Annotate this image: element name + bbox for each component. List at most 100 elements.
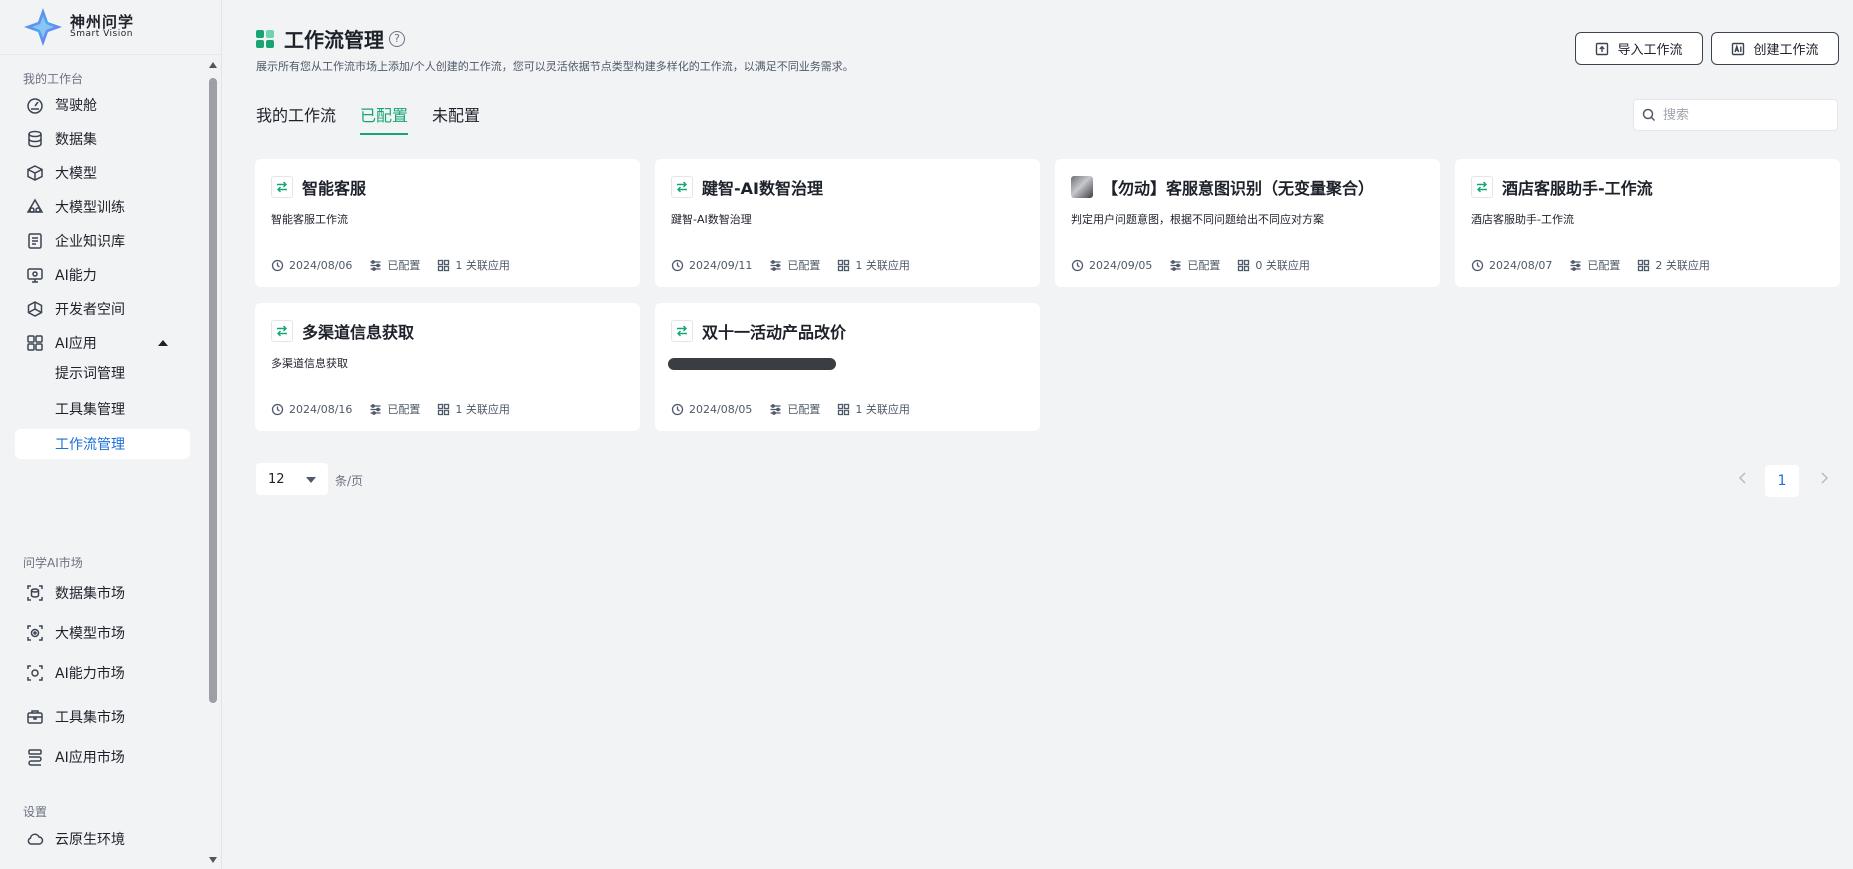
- create-workflow-button[interactable]: 创建工作流: [1711, 32, 1839, 65]
- search-box[interactable]: [1633, 99, 1838, 131]
- sidebar-item-label: AI能力: [55, 268, 97, 284]
- sidebar: 神州问学 Smart Vision 我的工作台 驾驶舱 数据集 大模型 大模型训…: [0, 0, 222, 869]
- logo-icon: [24, 8, 62, 46]
- sidebar-item-knowledge[interactable]: 企业知识库: [15, 225, 190, 257]
- tab-unconfigured[interactable]: 未配置: [432, 102, 480, 134]
- sidebar-item-app-market[interactable]: AI应用市场: [15, 741, 190, 773]
- sidebar-subitem-workflows[interactable]: 工作流管理: [15, 429, 190, 459]
- section-title-workspace: 我的工作台: [23, 72, 84, 86]
- sidebar-item-model[interactable]: 大模型: [15, 157, 190, 189]
- workflow-title-icon: [256, 29, 274, 48]
- search-input[interactable]: [1663, 107, 1823, 123]
- card-title: 踺智-AI数智治理: [702, 179, 823, 198]
- card-description: 酒店客服助手-工作流: [1471, 213, 1574, 226]
- workflow-icon: [671, 320, 693, 342]
- training-icon: [25, 198, 44, 217]
- tab-configured[interactable]: 已配置: [360, 102, 409, 135]
- sidebar-item-label: 数据集: [55, 132, 97, 148]
- card-description: 判定用户问题意图，根据不同问题给出不同应对方案: [1071, 213, 1324, 226]
- workflow-card[interactable]: 【勿动】客服意图识别（无变量聚合） 判定用户问题意图，根据不同问题给出不同应对方…: [1055, 159, 1440, 287]
- page-number-current[interactable]: 1: [1765, 465, 1799, 497]
- sidebar-subitem-toolsets[interactable]: 工具集管理: [15, 394, 190, 424]
- chevron-right-icon: [1821, 472, 1829, 484]
- workflow-card[interactable]: 踺智-AI数智治理 踺智-AI数智治理 2024/09/11 已配置 1 关联应…: [655, 159, 1040, 287]
- card-linked-apps: 1 关联应用: [837, 401, 910, 417]
- card-date: 2024/09/11: [671, 259, 752, 272]
- card-title: 双十一活动产品改价: [702, 323, 847, 342]
- sliders-icon: [370, 259, 381, 271]
- collapse-caret-icon[interactable]: [158, 340, 168, 346]
- sidebar-item-ai-ability[interactable]: AI能力: [15, 259, 190, 291]
- import-icon: [1596, 42, 1609, 55]
- chevron-down-icon: [306, 477, 316, 483]
- tab-my-workflows[interactable]: 我的工作流: [256, 102, 336, 134]
- sliders-icon: [770, 259, 781, 271]
- sidebar-item-label: 驾驶舱: [55, 98, 97, 114]
- sidebar-item-model-market[interactable]: 大模型市场: [15, 617, 190, 649]
- sidebar-scrollbar[interactable]: [207, 56, 219, 869]
- help-icon[interactable]: ?: [389, 30, 405, 47]
- apps-icon: [25, 334, 44, 353]
- scrollbar-thumb[interactable]: [209, 78, 217, 703]
- sidebar-item-ai-ability-market[interactable]: AI能力市场: [15, 657, 190, 689]
- scroll-down-arrow-icon[interactable]: [209, 857, 217, 863]
- sidebar-item-label: 大模型训练: [55, 200, 125, 216]
- page-size-unit: 条/页: [335, 474, 364, 488]
- cloud-icon: [25, 830, 44, 849]
- monitor-icon: [25, 266, 44, 285]
- main-content: 工作流管理 ? 展示所有您从工作流市场上添加/个人创建的工作流，您可以灵活依据节…: [223, 0, 1853, 869]
- next-page-button[interactable]: [1819, 470, 1829, 484]
- sidebar-item-toolset-market[interactable]: 工具集市场: [15, 701, 190, 733]
- app-market-icon: [25, 748, 44, 767]
- page-title: 工作流管理: [284, 28, 384, 52]
- sidebar-item-dashboard[interactable]: 驾驶舱: [15, 89, 190, 121]
- import-workflow-button[interactable]: 导入工作流: [1575, 32, 1703, 65]
- brand-logo[interactable]: 神州问学 Smart Vision: [0, 0, 221, 55]
- sidebar-item-dataset-market[interactable]: 数据集市场: [15, 577, 190, 609]
- sidebar-item-label: AI应用市场: [55, 750, 125, 766]
- card-description-redacted: [668, 358, 836, 370]
- card-status: 已配置: [369, 257, 420, 273]
- sidebar-item-ai-apps[interactable]: AI应用: [15, 327, 190, 359]
- card-title: 酒店客服助手-工作流: [1502, 179, 1653, 198]
- workflow-icon: [1471, 176, 1493, 198]
- sliders-icon: [770, 403, 781, 415]
- section-title-settings: 设置: [23, 805, 48, 819]
- page-header: 工作流管理 ?: [256, 24, 405, 53]
- page-size-select[interactable]: 12: [256, 463, 328, 495]
- sidebar-item-label: 工具集市场: [55, 710, 125, 726]
- sidebar-item-label: AI应用: [55, 336, 97, 352]
- card-status: 已配置: [369, 401, 420, 417]
- sidebar-nav: 我的工作台 驾驶舱 数据集 大模型 大模型训练 企业知识库 AI能力 开发者空间: [0, 56, 205, 869]
- card-status: 已配置: [769, 257, 820, 273]
- card-date: 2024/08/06: [271, 259, 352, 272]
- card-linked-apps: 1 关联应用: [437, 401, 510, 417]
- sidebar-item-label: AI能力市场: [55, 666, 125, 682]
- prev-page-button[interactable]: [1738, 470, 1748, 484]
- workflow-card[interactable]: 多渠道信息获取 多渠道信息获取 2024/08/16 已配置 1 关联应用: [255, 303, 640, 431]
- scroll-up-arrow-icon[interactable]: [209, 62, 217, 68]
- workflow-card[interactable]: 酒店客服助手-工作流 酒店客服助手-工作流 2024/08/07 已配置 2 关…: [1455, 159, 1840, 287]
- sidebar-item-dev-space[interactable]: 开发者空间: [15, 293, 190, 325]
- clock-icon: [671, 403, 684, 415]
- workflow-card[interactable]: 智能客服 智能客服工作流 2024/08/06 已配置 1 关联应用: [255, 159, 640, 287]
- workflow-icon: [671, 176, 693, 198]
- sidebar-item-label: 云原生环境: [55, 832, 125, 848]
- sidebar-item-dataset[interactable]: 数据集: [15, 123, 190, 155]
- sidebar-item-training[interactable]: 大模型训练: [15, 191, 190, 223]
- workflow-card[interactable]: 双十一活动产品改价 2024/08/05 已配置 1 关联应用: [655, 303, 1040, 431]
- sidebar-item-label: 开发者空间: [55, 302, 125, 318]
- card-linked-apps: 2 关联应用: [1637, 257, 1710, 273]
- clock-icon: [1071, 259, 1084, 271]
- sidebar-subitem-prompts[interactable]: 提示词管理: [15, 358, 190, 388]
- clock-icon: [271, 259, 284, 271]
- card-linked-apps: 1 关联应用: [437, 257, 510, 273]
- sidebar-item-cloud-native[interactable]: 云原生环境: [15, 823, 190, 855]
- clock-icon: [271, 403, 284, 415]
- card-date: 2024/08/07: [1471, 259, 1552, 272]
- card-title: 多渠道信息获取: [302, 323, 415, 342]
- clock-icon: [671, 259, 684, 271]
- knowledge-icon: [25, 232, 44, 251]
- database-icon: [25, 130, 44, 149]
- clock-icon: [1471, 259, 1484, 271]
